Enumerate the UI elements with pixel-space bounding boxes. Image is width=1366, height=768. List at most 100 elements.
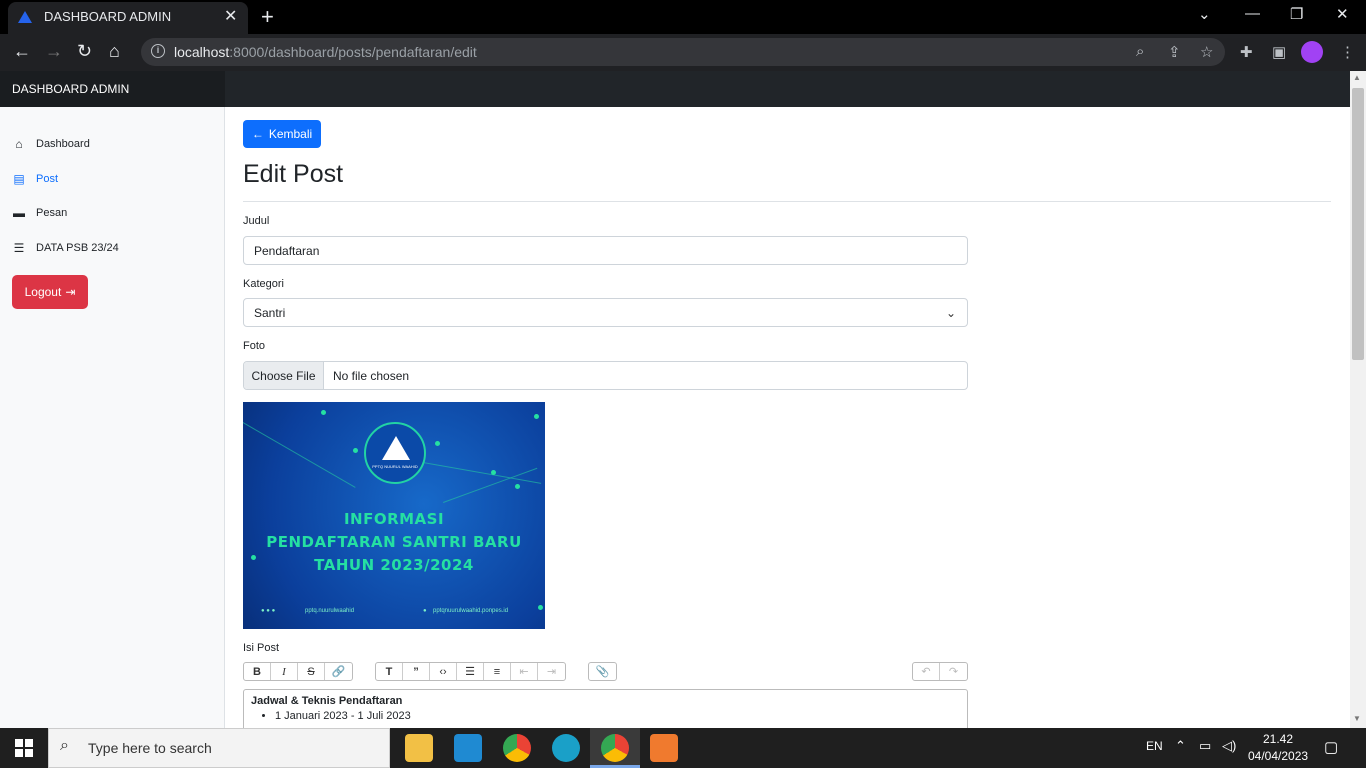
editor-list-item: 1 Januari 2023 - 1 Juli 2023 <box>275 710 960 722</box>
undo-icon[interactable]: ↶ <box>913 663 940 680</box>
chrome-icon[interactable] <box>503 734 531 762</box>
editor-heading: Jadwal & Teknis Pendaftaran <box>251 695 403 707</box>
outdent-icon[interactable]: ⇤ <box>511 663 538 680</box>
sidebar-item-label: Dashboard <box>36 138 90 150</box>
editor-list: 1 Januari 2023 - 1 Juli 2023 <box>251 710 960 722</box>
link-icon[interactable]: 🔗 <box>325 663 352 680</box>
vscode-icon[interactable] <box>454 734 482 762</box>
chrome-profile-icon[interactable] <box>601 734 629 762</box>
tab-search-chevron-icon[interactable]: ⌄ <box>1198 5 1211 23</box>
home-icon[interactable]: ⌂ <box>109 41 120 62</box>
restore-icon[interactable]: ❐ <box>1290 5 1303 23</box>
tray-chevron-icon[interactable]: ⌃ <box>1175 738 1186 754</box>
sidebar-item-data-psb[interactable]: ☰ DATA PSB 23/24 <box>12 239 119 257</box>
kategori-label: Kategori <box>243 278 284 290</box>
choose-file-button[interactable]: Choose File <box>244 362 324 389</box>
history-toolbar: ↶ ↷ <box>912 662 968 681</box>
new-tab-icon[interactable]: + <box>261 4 274 30</box>
bold-icon[interactable]: B <box>244 663 271 680</box>
sidebar-item-label: DATA PSB 23/24 <box>36 242 119 254</box>
poster-footer-right: pptqnuurulwaahid.ponpes.id <box>433 608 509 614</box>
windows-start-icon[interactable] <box>15 739 33 757</box>
circuit-dot <box>538 605 543 610</box>
social-icons: ● ● ● <box>261 608 276 614</box>
reload-icon[interactable]: ↻ <box>77 41 92 62</box>
canva-icon[interactable] <box>552 734 580 762</box>
network-icon[interactable]: ▭ <box>1199 738 1211 754</box>
xampp-icon[interactable] <box>650 734 678 762</box>
block-format-toolbar: T ” ‹› ☰ ≡ ⇤ ⇥ <box>375 662 566 681</box>
logout-label: Logout <box>24 285 62 299</box>
sidebar-item-dashboard[interactable]: ⌂ Dashboard <box>12 135 90 153</box>
taskbar-search-placeholder: Type here to search <box>88 740 212 756</box>
profile-avatar[interactable] <box>1301 41 1323 63</box>
circuit-dot <box>435 441 440 446</box>
number-list-icon[interactable]: ≡ <box>484 663 511 680</box>
chrome-menu-icon[interactable]: ⋮ <box>1340 43 1355 61</box>
minimize-icon[interactable]: — <box>1245 5 1260 22</box>
search-icon: ⌕ <box>60 737 69 754</box>
sidebar-item-pesan[interactable]: ▬ Pesan <box>12 204 67 222</box>
bullet-list-icon[interactable]: ☰ <box>457 663 484 680</box>
chat-icon: ▬ <box>13 206 25 220</box>
heading-icon[interactable]: T <box>376 663 403 680</box>
indent-icon[interactable]: ⇥ <box>538 663 565 680</box>
scroll-up-icon[interactable]: ▲ <box>1353 73 1361 82</box>
users-list-icon: ☰ <box>13 241 25 255</box>
page-title: Edit Post <box>243 160 344 188</box>
foto-preview-image: PPTQ NUURUL WAAHID INFORMASI PENDAFTARAN… <box>243 402 545 629</box>
extensions-icon[interactable]: ✚ <box>1240 43 1253 61</box>
poster-line-1: INFORMASI <box>343 510 445 528</box>
scroll-down-icon[interactable]: ▼ <box>1353 714 1361 723</box>
scroll-thumb[interactable] <box>1352 88 1364 360</box>
zoom-icon[interactable]: ⌕ <box>1136 43 1144 60</box>
brand-title[interactable]: DASHBOARD ADMIN <box>12 82 129 96</box>
sidebar <box>0 107 225 728</box>
judul-input[interactable]: Pendaftaran <box>243 236 968 265</box>
document-icon: ▤ <box>13 172 25 186</box>
circuit-line <box>243 422 356 488</box>
forward-arrow-icon[interactable]: → <box>45 41 63 62</box>
site-info-icon[interactable]: i <box>151 44 165 58</box>
logo-triangle-icon <box>382 436 410 460</box>
clock-date[interactable]: 04/04/2023 <box>1248 749 1308 763</box>
notification-icon[interactable]: ▢ <box>1324 738 1338 756</box>
side-panel-icon[interactable]: ▣ <box>1272 43 1286 61</box>
back-arrow-icon[interactable]: ← <box>13 41 31 62</box>
clock-time[interactable]: 21.42 <box>1263 732 1293 746</box>
volume-icon[interactable]: ◁) <box>1222 738 1236 754</box>
poster-footer-left: pptq.nuurulwaahid <box>305 608 355 614</box>
tab-close-icon[interactable]: ✕ <box>224 6 237 26</box>
sidebar-item-label: Pesan <box>36 207 68 219</box>
chevron-down-icon: ⌄ <box>946 306 957 320</box>
foto-label: Foto <box>243 340 266 352</box>
file-explorer-icon[interactable] <box>405 734 433 762</box>
title-divider <box>243 201 1331 202</box>
logout-button[interactable]: Logout ⇥ <box>12 275 88 309</box>
language-indicator[interactable]: EN <box>1146 739 1163 753</box>
kategori-select[interactable]: Santri <box>243 298 968 327</box>
circuit-dot <box>534 414 539 419</box>
circuit-dot <box>353 448 358 453</box>
logout-icon: ⇥ <box>65 285 76 299</box>
quote-icon[interactable]: ” <box>403 663 430 680</box>
text-format-toolbar: B I S 🔗 <box>243 662 353 681</box>
redo-icon[interactable]: ↷ <box>940 663 967 680</box>
code-icon[interactable]: ‹› <box>430 663 457 680</box>
strikethrough-icon[interactable]: S <box>298 663 325 680</box>
attach-toolbar: 📎 <box>588 662 617 681</box>
judul-label: Judul <box>243 215 270 227</box>
web-icon: ● <box>423 608 427 614</box>
window-close-icon[interactable]: ✕ <box>1336 5 1349 23</box>
attachment-icon[interactable]: 📎 <box>589 663 616 680</box>
back-button[interactable]: ← Kembali <box>243 120 321 148</box>
share-icon[interactable]: ⇪ <box>1168 43 1181 61</box>
poster-line-3: TAHUN 2023/2024 <box>314 556 474 574</box>
tab-favicon-icon <box>18 11 32 23</box>
sidebar-item-post[interactable]: ▤ Post <box>12 170 58 188</box>
url-text[interactable]: localhost:8000/dashboard/posts/pendaftar… <box>174 44 477 60</box>
house-icon: ⌂ <box>15 137 23 151</box>
bookmark-star-icon[interactable]: ☆ <box>1200 43 1213 61</box>
circuit-dot <box>515 484 520 489</box>
italic-icon[interactable]: I <box>271 663 298 680</box>
